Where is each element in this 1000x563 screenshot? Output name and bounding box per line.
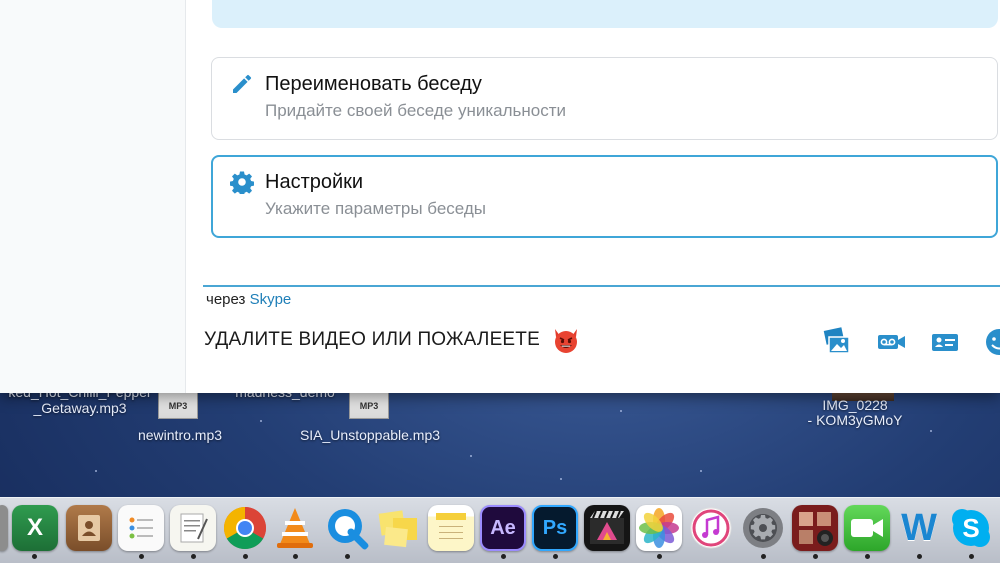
after-effects-icon[interactable]: Ae [480,505,526,551]
notes-icon[interactable] [428,505,474,551]
desktop-file[interactable]: newintro.mp3 [120,427,240,443]
file-label: newintro.mp3 [137,427,223,443]
app-label: W [901,506,937,549]
star [620,410,622,412]
word-icon[interactable]: W [896,505,942,551]
send-image-icon[interactable] [822,327,852,357]
conversation-list-pane [0,0,186,393]
mp3-file-icon[interactable]: MP3 [158,383,198,419]
contacts-icon[interactable] [66,505,112,551]
photo-booth-icon[interactable] [792,505,838,551]
star [260,420,262,422]
photos-icon[interactable] [636,505,682,551]
stickies-icon[interactable] [376,505,422,551]
textedit-icon[interactable] [170,505,216,551]
final-cut-pro-icon[interactable] [584,505,630,551]
facetime-icon[interactable] [844,505,890,551]
star [560,478,562,480]
video-message-icon[interactable] [876,327,906,357]
info-banner [212,0,998,28]
dock: X Ae Ps W S [0,497,1000,563]
mp3-file-icon[interactable]: MP3 [349,383,389,419]
file-label: - KOM3yGMoY [807,412,903,428]
chrome-icon[interactable] [222,505,268,551]
desktop-file[interactable]: IMG_0228 - KOM3yGMoY [790,398,920,428]
star [95,470,97,472]
running-indicator [657,554,662,559]
itunes-icon[interactable] [688,505,734,551]
quicktime-icon[interactable] [324,505,370,551]
devil-face-icon [555,329,578,353]
running-indicator [293,554,298,559]
emoji-icon[interactable] [984,327,1000,357]
option-title: Настройки [265,171,364,193]
svg-text:S: S [962,513,979,543]
running-indicator [32,554,37,559]
send-contact-icon[interactable] [930,327,960,357]
option-title: Переименовать беседу [265,73,482,95]
running-indicator [139,554,144,559]
file-label: IMG_0228 [822,397,888,413]
message-text: УДАЛИТЕ ВИДЕО ИЛИ ПОЖАЛЕЕТЕ [204,329,540,351]
star [470,455,472,457]
system-preferences-icon[interactable] [740,505,786,551]
via-skype-label: через Skype [206,291,291,308]
star [700,470,702,472]
compose-divider [203,285,1000,287]
settings-option[interactable]: Настройки Укажите параметры беседы [211,155,998,238]
rename-conversation-option[interactable]: Переименовать беседу Придайте своей бесе… [211,57,998,140]
running-indicator [553,554,558,559]
file-label: SIA_Unstoppable.mp3 [299,427,441,443]
message-input[interactable]: УДАЛИТЕ ВИДЕО ИЛИ ПОЖАЛЕЕТЕ [204,326,581,354]
running-indicator [813,554,818,559]
skype-window: Переименовать беседу Придайте своей бесе… [0,0,1000,393]
running-indicator [191,554,196,559]
app-label: Ps [542,516,568,539]
gear-icon [230,171,254,194]
running-indicator [761,554,766,559]
dock-app-partial-icon[interactable] [0,505,8,551]
star [930,430,932,432]
desktop-file[interactable]: SIA_Unstoppable.mp3 [285,427,455,443]
reminders-icon[interactable] [118,505,164,551]
pencil-icon [233,74,252,93]
running-indicator [345,554,350,559]
running-indicator [969,554,974,559]
running-indicator [501,554,506,559]
running-indicator [917,554,922,559]
via-prefix: через [206,291,246,308]
app-label: Ae [490,516,516,539]
vlc-icon[interactable] [272,505,318,551]
skype-icon[interactable]: S [948,505,994,551]
excel-icon[interactable]: X [12,505,58,551]
running-indicator [865,554,870,559]
file-label: _Getaway.mp3 [33,400,127,416]
running-indicator [243,554,248,559]
option-subtitle: Придайте своей беседе уникальности [265,101,567,120]
via-skype-link[interactable]: Skype [250,291,292,308]
photoshop-icon[interactable]: Ps [532,505,578,551]
option-subtitle: Укажите параметры беседы [265,199,486,218]
